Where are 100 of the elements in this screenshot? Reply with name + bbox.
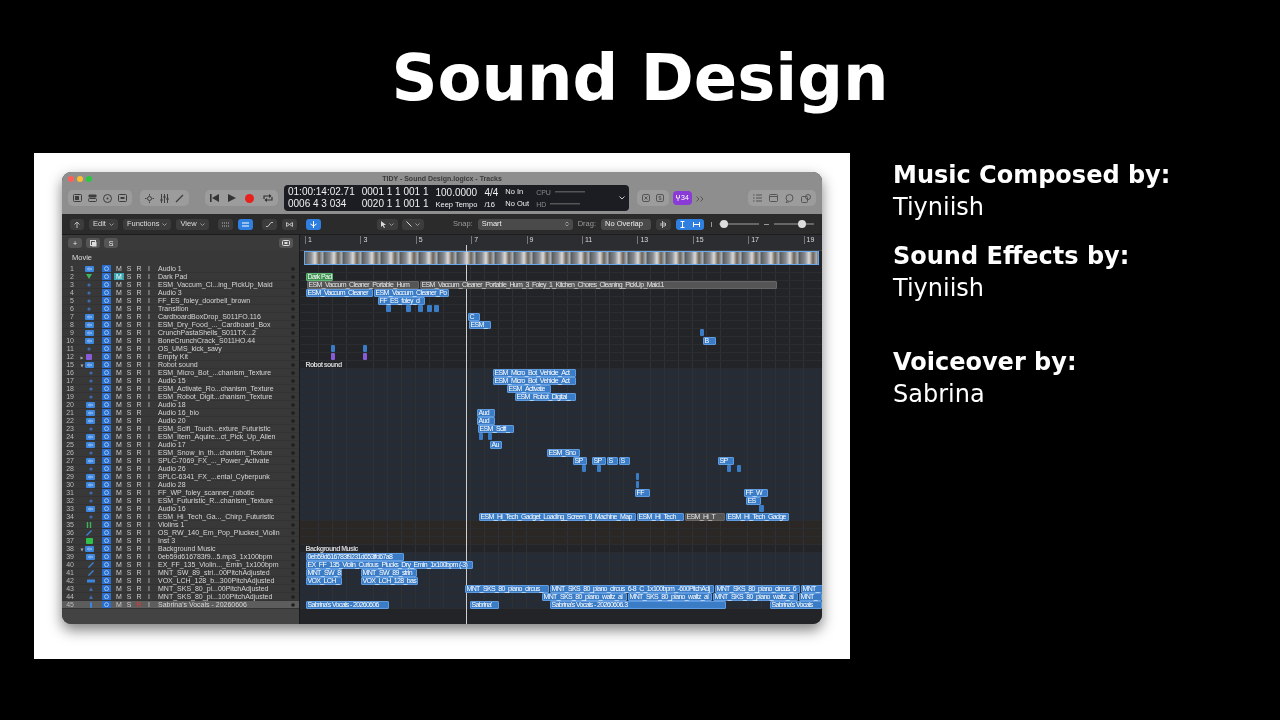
strings-icon xyxy=(86,521,92,528)
lcd-end: 0020 1 1 001 1 xyxy=(361,199,429,209)
audio-region[interactable] xyxy=(700,329,704,336)
playhead-catch-icon xyxy=(309,220,317,228)
dot-icon xyxy=(87,306,91,311)
dot-icon xyxy=(87,290,91,295)
audio-region[interactable] xyxy=(759,505,764,512)
pencil-tool-button[interactable] xyxy=(402,218,425,230)
slider-thumb[interactable] xyxy=(798,220,806,228)
caret-icon xyxy=(415,222,421,226)
triangle-icon xyxy=(86,274,92,279)
zoom-slider[interactable] xyxy=(774,218,814,230)
credit-role: Sound Effects by: xyxy=(893,241,1131,272)
automation-button[interactable] xyxy=(261,218,277,230)
dot-icon xyxy=(88,498,93,503)
dot-icon xyxy=(88,386,93,391)
up-arrow-icon xyxy=(74,220,80,228)
i-beam-icon xyxy=(680,220,685,228)
credit-name: Tiyniish xyxy=(893,192,986,223)
flex-button[interactable] xyxy=(281,218,297,230)
tuning-fork-icon xyxy=(676,195,680,201)
caret-icon xyxy=(162,222,168,226)
waveform-icon xyxy=(660,220,667,228)
drum-pad-icon xyxy=(86,353,92,360)
dot-icon xyxy=(88,450,93,455)
fit-width-icon xyxy=(693,221,700,227)
audio-region[interactable] xyxy=(386,305,391,312)
zoom-slider[interactable] xyxy=(719,218,759,230)
dot-icon xyxy=(88,426,93,431)
zoom-button[interactable] xyxy=(86,176,92,182)
lcd-tempo: 100.0000 xyxy=(435,187,478,198)
film-icon xyxy=(282,240,290,246)
slash-icon xyxy=(86,529,92,536)
horizontal-fit-button[interactable] xyxy=(689,218,704,230)
disclosure-triangle-icon[interactable] xyxy=(80,547,84,552)
waveform-icon xyxy=(86,505,95,512)
minimize-button[interactable] xyxy=(77,176,83,182)
pointer-tool-button[interactable] xyxy=(377,218,399,230)
record-icon[interactable] xyxy=(245,193,254,203)
s-square-icon[interactable] xyxy=(656,194,664,202)
mixer-icon[interactable] xyxy=(160,193,169,203)
dot-icon xyxy=(88,514,93,519)
chevron-down-icon[interactable] xyxy=(619,196,625,200)
help-icon[interactable] xyxy=(103,193,112,203)
microphone-icon xyxy=(87,601,94,608)
square-icon xyxy=(85,537,93,544)
pencil-icon xyxy=(406,221,413,227)
browser-icon[interactable] xyxy=(801,193,811,203)
audio-region[interactable] xyxy=(582,465,586,472)
disclosure-triangle-icon[interactable] xyxy=(80,363,84,368)
dot-icon xyxy=(88,370,93,375)
list-icon[interactable] xyxy=(753,194,762,202)
credit-name: Tiyniish xyxy=(893,273,986,304)
pencil-icon[interactable] xyxy=(175,193,184,203)
lcd-signature: 4/4 xyxy=(484,187,499,198)
waveform-zoom-button[interactable] xyxy=(656,218,671,230)
dot-icon xyxy=(88,466,93,471)
waveform-icon xyxy=(84,265,94,272)
dot-icon xyxy=(88,490,93,495)
lcd-time: 01:00:14:02.71 xyxy=(288,187,355,197)
cycle-icon[interactable] xyxy=(263,194,273,202)
credit-role: Music Composed by: xyxy=(893,160,1171,191)
grid-icon xyxy=(221,221,229,227)
x-square-icon[interactable] xyxy=(642,194,650,202)
status-dot-icon xyxy=(291,602,295,607)
dot-icon xyxy=(88,394,93,399)
chevrons-right-icon[interactable] xyxy=(695,195,704,202)
grid-view-button[interactable] xyxy=(217,218,233,230)
bowtie-icon xyxy=(285,221,293,227)
note-pad-icon[interactable] xyxy=(769,194,778,202)
dot-icon xyxy=(87,298,91,303)
slider-thumb[interactable] xyxy=(719,220,728,228)
duplicate-track-button[interactable] xyxy=(86,238,100,248)
credit-name: Sabrina xyxy=(893,379,986,410)
play-icon[interactable] xyxy=(228,194,236,202)
library-icon[interactable] xyxy=(73,194,82,202)
vertical-fit-button[interactable] xyxy=(676,218,689,230)
inspector-icon[interactable] xyxy=(88,194,97,202)
catch-button[interactable] xyxy=(305,218,321,230)
waveform-icon xyxy=(84,361,94,368)
global-tracks-button[interactable] xyxy=(279,238,293,248)
brightness-icon[interactable] xyxy=(145,193,154,203)
credit-role: Voiceover by: xyxy=(893,347,1078,378)
caret-icon xyxy=(108,222,114,226)
list-view-button[interactable] xyxy=(237,218,253,230)
list-icon xyxy=(241,221,249,227)
dot-icon xyxy=(88,378,93,383)
dot-icon xyxy=(87,282,91,287)
audio-region[interactable] xyxy=(597,465,601,472)
keyboard-icon xyxy=(86,577,95,584)
waveform-icon xyxy=(86,457,95,464)
back-button[interactable] xyxy=(70,218,84,230)
caret-icon xyxy=(389,222,395,226)
skip-back-icon[interactable] xyxy=(210,194,219,202)
curve-icon xyxy=(265,221,273,227)
editor-icon[interactable] xyxy=(118,194,127,202)
dot-icon xyxy=(87,346,91,351)
speech-bubble-icon[interactable] xyxy=(785,193,794,203)
lcd-length: 0006 4 3 034 xyxy=(288,199,348,209)
lcd-position: 0001 1 1 001 1 xyxy=(361,187,429,197)
